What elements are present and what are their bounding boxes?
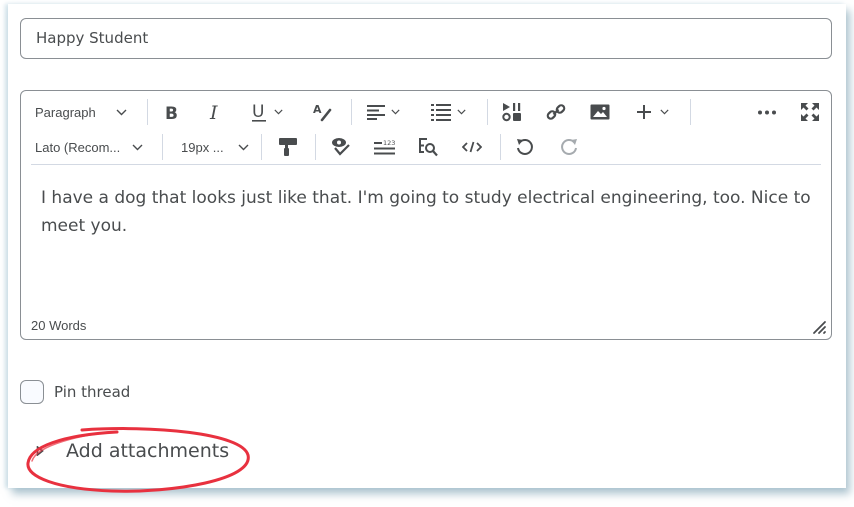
source-code-icon	[462, 141, 482, 153]
toolbar-row-2: Lato (Recom... 19px ... 123	[21, 130, 831, 164]
alignment-dropdown[interactable]	[367, 95, 400, 129]
more-options-icon	[758, 110, 776, 114]
add-attachments-label: Add attachments	[66, 440, 230, 462]
link-icon	[546, 104, 566, 120]
chevron-down-icon	[391, 109, 400, 115]
chevron-down-icon	[132, 144, 143, 150]
more-options-button[interactable]	[755, 95, 779, 129]
list-dropdown[interactable]	[431, 95, 466, 129]
svg-text:I: I	[209, 103, 218, 121]
format-painter-button[interactable]	[277, 130, 299, 164]
italic-button[interactable]: I	[205, 95, 227, 129]
bold-icon: B	[165, 104, 178, 120]
insert-media-button[interactable]	[501, 95, 523, 129]
chevron-down-icon	[238, 144, 249, 150]
rich-text-editor: Paragraph B I U A Lato (Recom... 19px ..…	[20, 90, 832, 340]
insert-plus-icon	[637, 105, 651, 119]
caret-right-icon	[36, 446, 44, 456]
title-input[interactable]: Happy Student	[20, 18, 832, 59]
word-count-button[interactable]: 123	[374, 130, 396, 164]
source-code-button[interactable]	[461, 130, 483, 164]
underline-icon: U	[252, 102, 266, 122]
toolbar-row-1: Paragraph B I U A	[21, 95, 831, 129]
word-count: 20 Words	[31, 318, 87, 333]
font-family-dropdown[interactable]: Lato (Recom...	[35, 130, 143, 164]
spell-check-icon	[332, 138, 350, 156]
italic-icon: I	[209, 103, 218, 121]
chevron-down-icon	[116, 109, 127, 115]
media-icon	[502, 103, 521, 122]
find-replace-button[interactable]	[417, 130, 439, 164]
font-size-label: 19px ...	[181, 139, 224, 155]
text-format-button[interactable]: A	[312, 95, 334, 129]
fullscreen-icon	[801, 103, 819, 121]
strikethrough-format-icon: A	[313, 103, 332, 122]
redo-button[interactable]	[558, 130, 580, 164]
resize-handle-icon[interactable]	[811, 319, 827, 335]
redo-icon	[561, 139, 577, 155]
bold-button[interactable]: B	[161, 95, 183, 129]
format-painter-icon	[279, 138, 297, 156]
fullscreen-button[interactable]	[799, 95, 821, 129]
find-replace-icon	[419, 138, 438, 157]
pin-thread-label: Pin thread	[54, 383, 131, 401]
bulleted-list-icon	[431, 104, 451, 121]
spell-check-button[interactable]	[330, 130, 352, 164]
chevron-down-icon	[660, 109, 669, 115]
pin-thread-option[interactable]: Pin thread	[20, 380, 130, 404]
svg-text:U: U	[252, 102, 264, 122]
align-left-icon	[367, 105, 385, 120]
font-size-dropdown[interactable]: 19px ...	[181, 130, 249, 164]
toolbar-divider	[31, 164, 821, 165]
word-count-icon: 123	[374, 139, 395, 155]
font-family-label: Lato (Recom...	[35, 139, 121, 155]
add-attachments-toggle[interactable]: Add attachments	[36, 440, 229, 462]
chevron-down-icon	[274, 109, 283, 115]
insert-image-button[interactable]	[589, 95, 611, 129]
image-icon	[590, 104, 610, 120]
insert-link-button[interactable]	[545, 95, 567, 129]
svg-text:B: B	[165, 104, 178, 120]
svg-text:A: A	[313, 103, 322, 116]
underline-button[interactable]: U	[251, 95, 283, 129]
chevron-down-icon	[457, 109, 466, 115]
editor-content[interactable]: I have a dog that looks just like that. …	[41, 184, 821, 240]
svg-text:123: 123	[383, 139, 395, 147]
undo-icon	[517, 139, 533, 155]
undo-button[interactable]	[514, 130, 536, 164]
pin-thread-checkbox[interactable]	[20, 380, 44, 404]
block-format-label: Paragraph	[35, 104, 96, 120]
block-format-dropdown[interactable]: Paragraph	[35, 95, 127, 129]
insert-dropdown[interactable]	[637, 95, 669, 129]
